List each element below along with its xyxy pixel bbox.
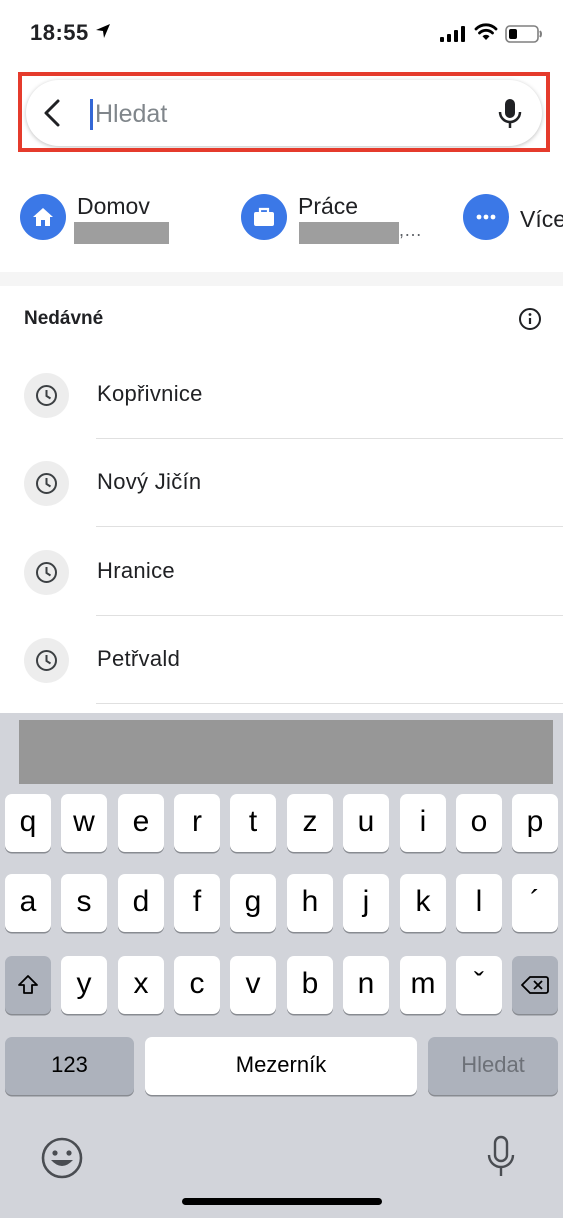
briefcase-icon xyxy=(241,194,287,240)
key-c[interactable]: c xyxy=(174,956,220,1014)
key-a[interactable]: a xyxy=(5,874,51,932)
key-e[interactable]: e xyxy=(118,794,164,852)
numbers-key[interactable]: 123 xyxy=(5,1037,134,1095)
shortcut-label: Více xyxy=(520,206,563,232)
battery-icon xyxy=(505,25,542,43)
search-return-key[interactable]: Hledat xyxy=(428,1037,558,1095)
key-y[interactable]: y xyxy=(61,956,107,1014)
history-clock-icon xyxy=(24,461,69,506)
text-cursor xyxy=(90,99,93,130)
shortcut-label: Domov xyxy=(77,193,150,219)
key-r[interactable]: r xyxy=(174,794,220,852)
key-b[interactable]: b xyxy=(287,956,333,1014)
key-h[interactable]: h xyxy=(287,874,333,932)
more-horizontal-icon xyxy=(463,194,509,240)
redacted-address xyxy=(299,222,399,244)
shortcut-sublabel: ,… xyxy=(399,220,423,240)
backspace-key[interactable] xyxy=(512,956,558,1014)
recent-item-label: Kopřivnice xyxy=(97,381,203,406)
chevron-left-icon[interactable] xyxy=(40,98,66,128)
recent-item-label: Petřvald xyxy=(97,646,181,671)
history-clock-icon xyxy=(24,638,69,683)
key-k[interactable]: k xyxy=(400,874,446,932)
recent-item-label: Hranice xyxy=(97,558,175,583)
history-clock-icon xyxy=(24,550,69,595)
shortcut-label: Práce xyxy=(298,193,359,219)
recent-item[interactable]: Kopřivnice xyxy=(0,351,563,439)
recent-item[interactable]: Nový Jičín xyxy=(0,439,563,527)
recent-item-label: Nový Jičín xyxy=(97,469,202,494)
key-p[interactable]: p xyxy=(512,794,558,852)
key-acute-accent[interactable]: ´ xyxy=(512,874,558,932)
emoji-icon[interactable] xyxy=(40,1136,84,1180)
shortcut-more[interactable]: Více xyxy=(463,190,563,250)
history-clock-icon xyxy=(24,373,69,418)
section-divider xyxy=(0,272,563,286)
key-v[interactable]: v xyxy=(230,956,276,1014)
shortcut-home[interactable]: Domov xyxy=(20,190,220,250)
status-bar: 18:55 xyxy=(0,0,563,64)
list-divider xyxy=(96,526,563,527)
redacted-address xyxy=(74,222,169,244)
list-divider xyxy=(96,703,563,704)
key-g[interactable]: g xyxy=(230,874,276,932)
key-j[interactable]: j xyxy=(343,874,389,932)
microphone-icon[interactable] xyxy=(496,97,524,131)
keyboard-suggestion-bar-redacted xyxy=(19,720,553,784)
status-time: 18:55 xyxy=(30,20,89,45)
info-icon[interactable] xyxy=(518,307,542,331)
key-m[interactable]: m xyxy=(400,956,446,1014)
key-f[interactable]: f xyxy=(174,874,220,932)
key-o[interactable]: o xyxy=(456,794,502,852)
key-l[interactable]: l xyxy=(456,874,502,932)
recent-item[interactable]: Hranice xyxy=(0,528,563,616)
home-indicator[interactable] xyxy=(182,1198,382,1205)
key-d[interactable]: d xyxy=(118,874,164,932)
key-n[interactable]: n xyxy=(343,956,389,1014)
space-key[interactable]: Mezerník xyxy=(145,1037,417,1095)
shortcut-work[interactable]: Práce ,… xyxy=(241,190,441,250)
key-x[interactable]: x xyxy=(118,956,164,1014)
key-i[interactable]: i xyxy=(400,794,446,852)
microphone-icon[interactable] xyxy=(486,1135,516,1179)
recent-item[interactable]: Petřvald xyxy=(0,616,563,704)
wifi-icon xyxy=(474,23,498,40)
key-s[interactable]: s xyxy=(61,874,107,932)
shift-icon xyxy=(18,975,38,994)
shift-key[interactable] xyxy=(5,956,51,1014)
cellular-signal-icon xyxy=(440,26,465,42)
key-caron[interactable]: ˇ xyxy=(456,956,502,1014)
home-icon xyxy=(20,194,66,240)
key-t[interactable]: t xyxy=(230,794,276,852)
location-arrow-icon xyxy=(96,24,110,38)
recent-section-title: Nedávné xyxy=(24,308,104,329)
key-u[interactable]: u xyxy=(343,794,389,852)
backspace-icon xyxy=(521,976,549,994)
key-q[interactable]: q xyxy=(5,794,51,852)
key-w[interactable]: w xyxy=(61,794,107,852)
key-z[interactable]: z xyxy=(287,794,333,852)
search-input[interactable] xyxy=(95,94,485,134)
